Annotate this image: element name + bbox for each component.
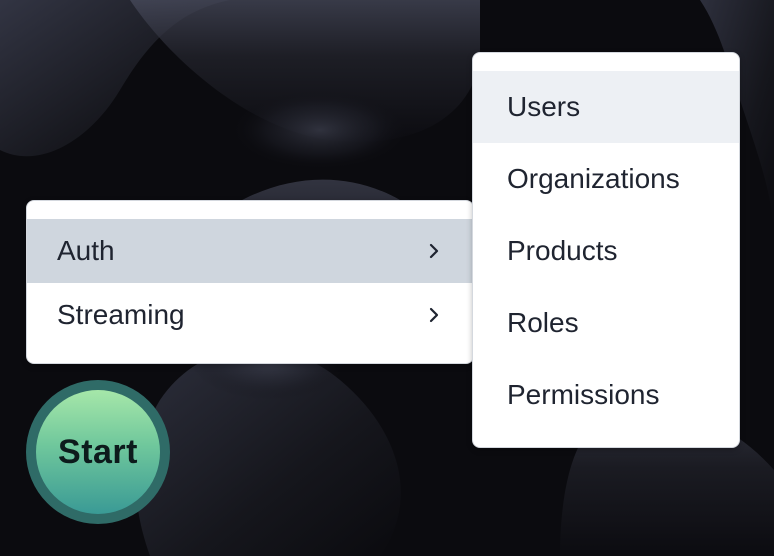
menu-item-label: Streaming (57, 299, 185, 330)
menu-item-streaming[interactable]: Streaming (27, 283, 473, 347)
submenu-item-label: Organizations (507, 163, 680, 194)
menu-item-auth[interactable]: Auth (27, 219, 473, 283)
chevron-right-icon (429, 243, 439, 259)
submenu-item-label: Users (507, 91, 581, 122)
submenu-item-users[interactable]: Users (473, 71, 739, 143)
chevron-right-icon (429, 307, 439, 323)
menu-item-label: Auth (57, 235, 115, 266)
start-button-label: Start (58, 432, 138, 471)
start-menu: Auth Streaming (26, 200, 474, 364)
start-button-face: Start (36, 390, 160, 514)
submenu-item-organizations[interactable]: Organizations (473, 143, 739, 215)
submenu-item-label: Permissions (507, 379, 660, 410)
submenu-item-label: Products (507, 235, 618, 266)
auth-submenu: Users Organizations Products Roles Permi… (472, 52, 740, 448)
submenu-item-label: Roles (507, 307, 579, 338)
start-button[interactable]: Start (26, 380, 170, 524)
submenu-item-permissions[interactable]: Permissions (473, 359, 739, 431)
submenu-item-roles[interactable]: Roles (473, 287, 739, 359)
submenu-item-products[interactable]: Products (473, 215, 739, 287)
